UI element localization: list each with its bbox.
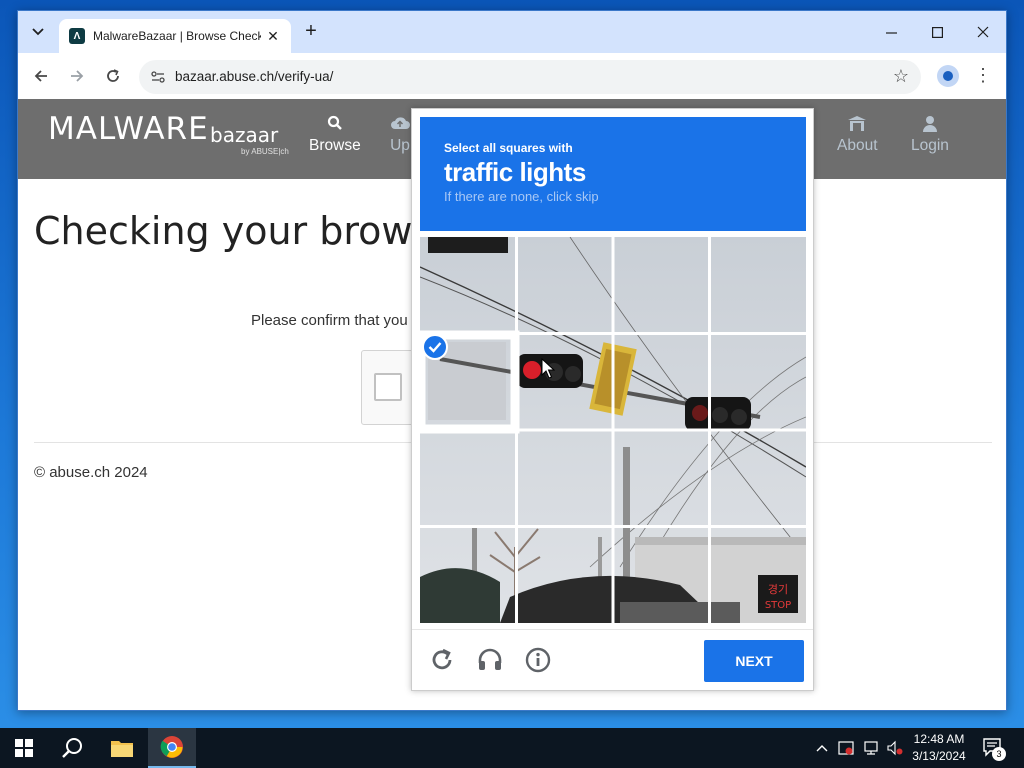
captcha-header: Select all squares with traffic lights I…: [420, 117, 806, 231]
captcha-tile-1[interactable]: [517, 237, 612, 333]
tab-close-icon[interactable]: ✕: [265, 28, 281, 45]
nav-login[interactable]: Login: [911, 115, 949, 155]
browser-toolbar: bazaar.abuse.ch/verify-ua/ ☆ ⋮: [18, 53, 1006, 99]
back-arrow-icon: [34, 70, 47, 82]
reload-icon: [107, 69, 119, 82]
browser-menu-icon[interactable]: ⋮: [974, 65, 992, 86]
nav-browse[interactable]: Browse: [309, 115, 361, 155]
show-hidden-icons-icon[interactable]: [815, 739, 829, 757]
bookmark-star-icon[interactable]: ☆: [893, 66, 909, 87]
selected-check-icon: [422, 334, 448, 360]
tab-strip: Λ MalwareBazaar | Browse Checking ✕ +: [18, 11, 1006, 53]
captcha-tile-6[interactable]: [613, 334, 709, 429]
page-title: Checking your brows: [34, 209, 433, 253]
captcha-object: traffic lights: [444, 157, 586, 187]
captcha-image-grid: 경기 STOP: [420, 237, 806, 623]
footer-copyright: © abuse.ch 2024: [34, 464, 148, 481]
captcha-tile-11[interactable]: [710, 431, 806, 526]
chevron-down-icon: [32, 28, 44, 36]
captcha-tile-9[interactable]: [517, 431, 612, 526]
captcha-tile-2[interactable]: [613, 237, 709, 333]
close-icon: [977, 26, 989, 38]
windows-logo-icon: [15, 739, 33, 757]
nav-about-label: About: [837, 137, 878, 154]
captcha-tile-0[interactable]: [420, 237, 516, 333]
tab-malwarebazaar[interactable]: Λ MalwareBazaar | Browse Checking ✕: [59, 19, 291, 53]
profile-avatar-icon[interactable]: [937, 65, 959, 87]
audio-icon[interactable]: [476, 646, 504, 674]
search-icon: [62, 738, 82, 758]
back-button[interactable]: [29, 64, 53, 88]
nav-upload-label: Up: [390, 137, 410, 154]
site-logo-sub: bazaar: [210, 123, 279, 147]
captcha-tile-14[interactable]: [613, 528, 709, 623]
file-explorer-button[interactable]: [98, 728, 146, 768]
next-button[interactable]: NEXT: [704, 640, 804, 682]
captcha-hint: If there are none, click skip: [444, 189, 599, 204]
tab-search-button[interactable]: [26, 20, 50, 44]
captcha-tile-8[interactable]: [420, 431, 516, 526]
site-info-icon[interactable]: [149, 68, 167, 86]
confirm-text: Please confirm that you: [251, 312, 408, 329]
address-bar[interactable]: bazaar.abuse.ch/verify-ua/ ☆: [139, 60, 921, 94]
taskbar-search-button[interactable]: [48, 728, 96, 768]
forward-arrow-icon: [71, 70, 84, 82]
clock-date: 3/13/2024: [912, 749, 966, 763]
nav-login-label: Login: [911, 137, 949, 154]
folder-icon: [111, 741, 133, 757]
security-tray-icon[interactable]: [837, 739, 855, 757]
network-tray-icon[interactable]: [862, 739, 880, 757]
forward-button[interactable]: [65, 64, 89, 88]
captcha-tile-3[interactable]: [710, 237, 806, 333]
reload-button[interactable]: [101, 64, 125, 88]
captcha-checkbox[interactable]: [374, 373, 402, 401]
malwarebazaar-favicon-icon: Λ: [69, 28, 85, 44]
mouse-cursor-icon: [541, 357, 556, 380]
site-logo[interactable]: MALWARE: [48, 111, 209, 147]
captcha-tile-5[interactable]: [517, 334, 612, 429]
captcha-tile-7[interactable]: [710, 334, 806, 429]
captcha-footer: NEXT: [412, 629, 813, 691]
captcha-instruction: Select all squares with: [444, 141, 573, 155]
chrome-taskbar-button[interactable]: [148, 728, 196, 768]
nav-upload[interactable]: Up: [390, 115, 410, 155]
tab-title: MalwareBazaar | Browse Checking: [93, 29, 261, 43]
info-icon[interactable]: [524, 646, 552, 674]
search-icon: [309, 115, 361, 137]
minimize-icon: [885, 31, 897, 34]
chrome-icon: [160, 736, 183, 758]
notification-count-badge: 3: [992, 747, 1006, 761]
clock-time: 12:48 AM: [913, 732, 965, 746]
notification-center-button[interactable]: 3: [982, 737, 1006, 761]
upload-icon: [390, 115, 410, 137]
taskbar: 12:48 AM 3/13/2024 3: [0, 728, 1024, 768]
captcha-tile-15[interactable]: [710, 528, 806, 623]
user-icon: [911, 115, 949, 137]
url-text: bazaar.abuse.ch/verify-ua/: [175, 69, 334, 84]
captcha-challenge: Select all squares with traffic lights I…: [411, 108, 814, 691]
maximize-icon: [931, 26, 943, 38]
minimize-button[interactable]: [868, 17, 914, 47]
site-logo-byline: by ABUSE|ch: [241, 147, 289, 156]
volume-muted-icon[interactable]: [886, 739, 904, 757]
start-button[interactable]: [0, 728, 48, 768]
close-window-button[interactable]: [960, 17, 1006, 47]
about-icon: [837, 115, 878, 137]
captcha-tile-12[interactable]: [420, 528, 516, 623]
maximize-button[interactable]: [914, 17, 960, 47]
new-tab-button[interactable]: +: [299, 20, 323, 44]
nav-about[interactable]: About: [837, 115, 878, 155]
reload-icon[interactable]: [428, 646, 456, 674]
captcha-tile-13[interactable]: [517, 528, 612, 623]
captcha-tile-10[interactable]: [613, 431, 709, 526]
nav-browse-label: Browse: [309, 137, 361, 154]
system-clock[interactable]: 12:48 AM 3/13/2024: [904, 731, 974, 765]
